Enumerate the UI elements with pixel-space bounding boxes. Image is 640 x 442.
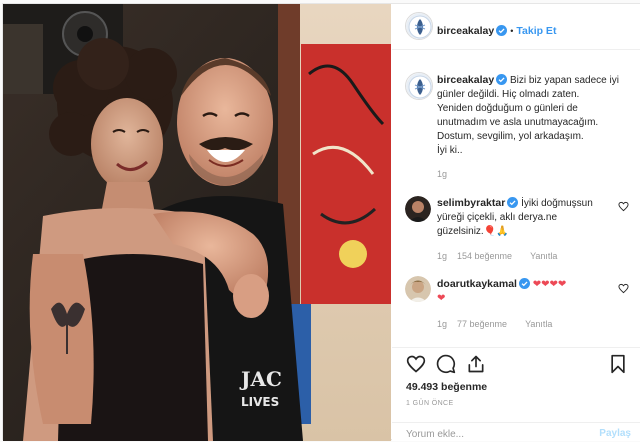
instagram-post: JAC LIVES birceakalay • Takip Et birceak… <box>2 3 640 441</box>
post-photo[interactable]: JAC LIVES <box>3 4 391 441</box>
comments-section: birceakalay Bizi biz yapan sadece iyi gü… <box>392 51 640 347</box>
verified-badge-icon <box>496 74 508 85</box>
page: JAC LIVES birceakalay • Takip Et birceak… <box>0 0 640 441</box>
commenter-avatar[interactable] <box>405 276 431 302</box>
shirt-print-text-1: JAC <box>239 367 282 391</box>
post-side-panel: birceakalay • Takip Et birceakalay Bizi bi… <box>392 4 640 441</box>
comment-like-heart-icon[interactable] <box>618 283 629 294</box>
comment-likes[interactable]: 77 beğenme <box>457 319 507 329</box>
commenter-avatar[interactable] <box>405 196 431 222</box>
caption-line: Yeniden doğduğum o günleri de <box>437 103 578 114</box>
verified-badge-icon <box>507 197 519 208</box>
reply-button[interactable]: Yanıtla <box>530 251 557 261</box>
verified-badge-icon <box>496 25 508 36</box>
reply-button[interactable]: Yanıtla <box>525 319 552 329</box>
comment-icon[interactable] <box>436 354 456 374</box>
comment-line: İyiki doğmuşsun <box>521 198 593 209</box>
comment-line: yüreği çiçekli, aklı derya.ne <box>437 212 558 223</box>
shirt-print-text-2: LIVES <box>241 395 279 409</box>
comment-time[interactable]: 1g <box>437 319 447 329</box>
post-comment-button[interactable]: Paylaş <box>599 428 631 439</box>
avatar-image <box>405 276 431 302</box>
header-line: birceakalay • Takip Et <box>437 21 556 39</box>
caption-line: unutmadım ve asla unutmayacağım. <box>437 117 599 128</box>
caption-author-avatar[interactable] <box>405 72 433 100</box>
avatar-image <box>406 73 432 99</box>
share-icon[interactable] <box>466 354 486 374</box>
heart-icon[interactable] <box>406 354 426 374</box>
caption-line: İyi ki.. <box>437 145 463 156</box>
add-comment-bar: Paylaş <box>392 422 640 442</box>
comment-time[interactable]: 1g <box>437 251 447 261</box>
author-username[interactable]: birceakalay <box>437 25 494 37</box>
comment-meta: 1g 154 beğenme Yanıtla <box>437 251 575 261</box>
comment-username[interactable]: doarutkaykamal <box>437 278 517 290</box>
comment-username[interactable]: selimbyraktar <box>437 197 505 209</box>
comment-meta: 1g 77 beğenme Yanıtla <box>437 319 570 329</box>
caption-text: birceakalay Bizi biz yapan sadece iyi gü… <box>437 73 637 158</box>
comment-line: ❤❤❤❤ <box>532 279 567 290</box>
caption-username[interactable]: birceakalay <box>437 74 494 86</box>
comment-input[interactable] <box>406 427 586 441</box>
post-time-ago[interactable]: 1 GÜN ÖNCE <box>406 400 454 407</box>
comment-like-heart-icon[interactable] <box>618 201 629 212</box>
comment-text: doarutkaykamal ❤❤❤❤ ❤ <box>437 277 617 306</box>
comment-likes[interactable]: 154 beğenme <box>457 251 512 261</box>
caption-line: günler değildi. Hiç olmadı zaten. <box>437 89 580 100</box>
header-separator: • <box>510 26 514 36</box>
likes-count[interactable]: 49.493 beğenme <box>406 381 487 393</box>
author-avatar[interactable] <box>405 12 433 40</box>
caption-line: Dostum, sevgilim, yol arkadaşım. <box>437 131 584 142</box>
caption-meta: 1g <box>437 169 457 179</box>
photo-illustration: JAC LIVES <box>3 4 391 441</box>
comment-line: ❤ <box>437 293 446 304</box>
verified-badge-icon <box>518 278 530 289</box>
bookmark-icon[interactable] <box>608 354 628 374</box>
avatar-image <box>405 196 431 222</box>
post-header: birceakalay • Takip Et <box>392 4 640 50</box>
comment-text: selimbyraktar İyiki doğmuşsun yüreği çiç… <box>437 196 617 239</box>
follow-button[interactable]: Takip Et <box>516 25 556 37</box>
caption-line: Bizi biz yapan sadece iyi <box>510 75 619 86</box>
avatar-image <box>406 13 432 39</box>
caption-time[interactable]: 1g <box>437 169 447 179</box>
post-actions: 49.493 beğenme 1 GÜN ÖNCE Paylaş <box>392 347 640 441</box>
comment-line: güzelsiniz.🎈🙏 <box>437 226 509 237</box>
